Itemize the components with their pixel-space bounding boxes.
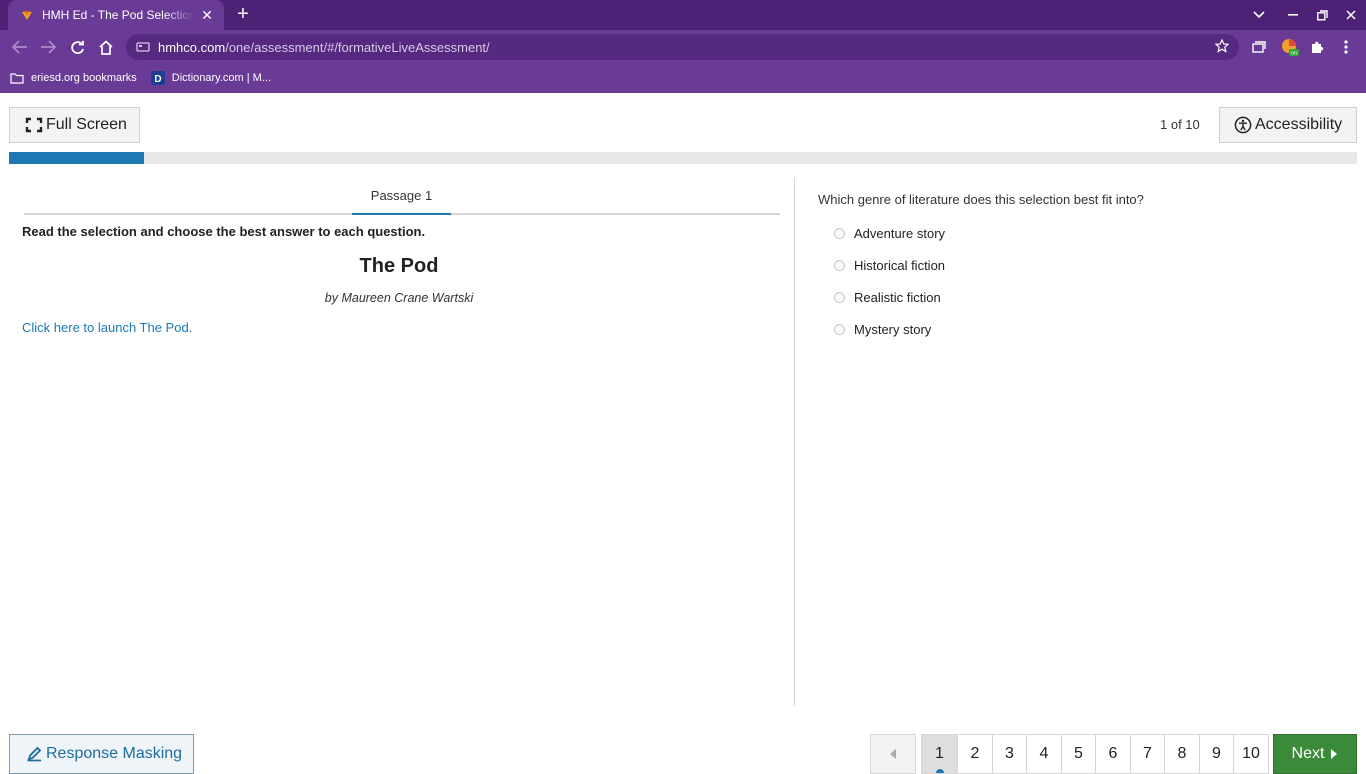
restore-icon[interactable] — [1307, 0, 1337, 30]
answer-option[interactable]: Historical fiction — [834, 256, 945, 274]
browser-menu-icon[interactable] — [1334, 35, 1358, 59]
bookmarks-bar: eriesd.org bookmarks D Dictionary.com | … — [0, 63, 1366, 93]
full-screen-button[interactable]: Full Screen — [9, 107, 140, 143]
browser-tabstrip: HMH Ed - The Pod Selection Test ✕ + — [0, 0, 1366, 30]
passage-title: The Pod — [359, 255, 439, 277]
launch-passage-link[interactable]: Click here to launch The Pod. — [22, 320, 192, 335]
full-screen-label: Full Screen — [46, 116, 127, 133]
accessibility-icon — [1234, 116, 1252, 134]
answer-label: Realistic fiction — [854, 289, 941, 305]
response-masking-label: Response Masking — [46, 745, 183, 762]
next-label: Next — [1291, 745, 1325, 762]
page-button-2[interactable]: 2 — [958, 734, 993, 774]
radio-button[interactable] — [834, 227, 845, 239]
next-arrow-icon — [1331, 749, 1338, 759]
answer-option[interactable]: Adventure story — [834, 224, 945, 242]
question-text: Which genre of literature does this sele… — [818, 192, 1144, 207]
address-bar[interactable]: hmhco.com/one/assessment/#/formativeLive… — [126, 34, 1239, 60]
bookmark-label: Dictionary.com | M... — [171, 72, 272, 84]
answer-label: Historical fiction — [854, 257, 946, 273]
media-icon[interactable] — [1247, 35, 1271, 59]
question-pager: 1 2 3 4 5 6 7 8 9 10 — [870, 734, 1269, 774]
radio-button[interactable] — [834, 323, 845, 335]
bookmark-eriesd[interactable]: eriesd.org bookmarks — [10, 72, 137, 84]
tab-title: HMH Ed - The Pod Selection Test — [42, 8, 194, 22]
assessment-page: Full Screen 1 of 10 Accessibility Passag… — [0, 93, 1366, 774]
browser-tab[interactable]: HMH Ed - The Pod Selection Test ✕ — [8, 0, 224, 30]
svg-text:D: D — [154, 74, 161, 85]
page-button-8[interactable]: 8 — [1165, 734, 1200, 774]
progress-bar — [9, 152, 1357, 164]
tab-search-icon[interactable] — [1244, 0, 1274, 30]
progress-fill — [9, 152, 144, 164]
back-icon[interactable] — [8, 35, 32, 59]
new-tab-icon[interactable]: + — [231, 3, 255, 27]
question-count: 1 of 10 — [1160, 117, 1200, 132]
passage-tabbar: Passage 1 — [24, 178, 780, 215]
radio-button[interactable] — [834, 291, 845, 303]
pencil-icon — [27, 746, 42, 762]
svg-text:on: on — [1291, 51, 1297, 57]
next-button[interactable]: Next — [1273, 734, 1357, 774]
minimize-icon[interactable] — [1278, 0, 1308, 30]
passage-instructions: Read the selection and choose the best a… — [22, 224, 426, 239]
radio-button[interactable] — [834, 259, 845, 271]
site-info-icon[interactable] — [136, 40, 150, 54]
passage-author: by Maureen Crane Wartski — [324, 291, 474, 305]
response-masking-button[interactable]: Response Masking — [9, 734, 194, 774]
url-path: /one/assessment/#/formativeLiveAssessmen… — [225, 39, 490, 55]
home-icon[interactable] — [94, 35, 118, 59]
bookmark-star-icon[interactable] — [1215, 39, 1229, 53]
page-button-3[interactable]: 3 — [993, 734, 1027, 774]
tab-close-icon[interactable]: ✕ — [198, 7, 216, 24]
page-button-4[interactable]: 4 — [1027, 734, 1062, 774]
previous-arrow-icon — [890, 749, 896, 759]
browser-toolbar: hmhco.com/one/assessment/#/formativeLive… — [0, 30, 1366, 63]
page-button-1[interactable]: 1 — [921, 734, 958, 774]
passage-pane: Passage 1 Read the selection and choose … — [0, 178, 795, 706]
bookmark-dictionary[interactable]: D Dictionary.com | M... — [150, 71, 272, 85]
page-button-7[interactable]: 7 — [1131, 734, 1165, 774]
close-window-icon[interactable] — [1336, 0, 1366, 30]
answer-label: Adventure story — [854, 225, 946, 241]
answer-option[interactable]: Realistic fiction — [834, 288, 941, 306]
forward-icon[interactable] — [36, 35, 60, 59]
accessibility-label: Accessibility — [1255, 116, 1343, 133]
page-button-6[interactable]: 6 — [1096, 734, 1131, 774]
fullscreen-icon — [25, 117, 43, 133]
accessibility-button[interactable]: Accessibility — [1219, 107, 1357, 143]
answer-option[interactable]: Mystery story — [834, 320, 931, 338]
extensions-puzzle-icon[interactable] — [1305, 35, 1329, 59]
page-button-9[interactable]: 9 — [1200, 734, 1234, 774]
tab-passage-1[interactable]: Passage 1 — [352, 178, 451, 215]
bookmark-label: eriesd.org bookmarks — [31, 72, 137, 84]
previous-button[interactable] — [870, 734, 916, 774]
extension-on-icon[interactable]: on — [1278, 35, 1302, 59]
page-button-10[interactable]: 10 — [1234, 734, 1269, 774]
answer-label: Mystery story — [854, 321, 932, 337]
folder-icon — [10, 73, 24, 84]
dictionary-favicon-icon: D — [150, 71, 165, 85]
hmh-favicon-icon — [22, 11, 32, 20]
page-button-5[interactable]: 5 — [1062, 734, 1096, 774]
url-domain: hmhco.com — [158, 39, 226, 55]
reload-icon[interactable] — [65, 35, 89, 59]
